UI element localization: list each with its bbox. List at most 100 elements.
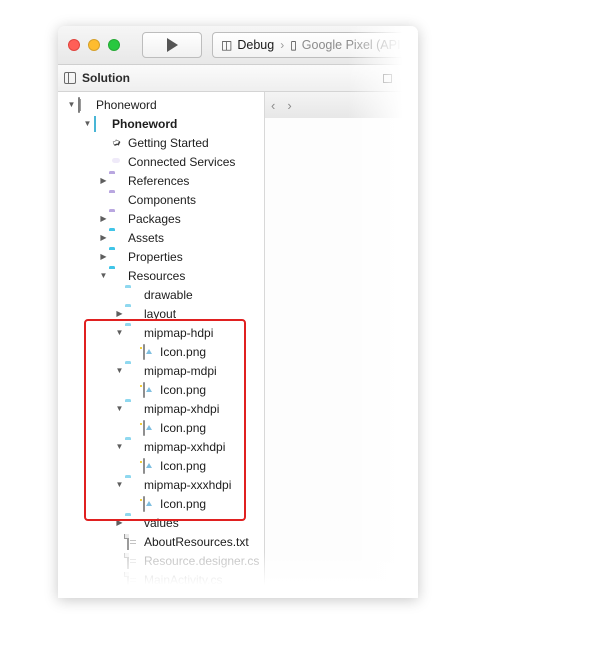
tree-row[interactable]: ▼ mipmap-mdpi <box>58 361 264 380</box>
chevron-down-icon[interactable]: ▼ <box>114 328 125 337</box>
traffic-light-group <box>68 39 120 51</box>
tree-row-label: mipmap-hdpi <box>144 325 214 340</box>
tree-row[interactable]: AboutResources.txt <box>58 532 264 551</box>
tree-row[interactable]: Connected Services <box>58 152 264 171</box>
chevron-right-icon[interactable]: ▶ <box>98 252 109 261</box>
folder-icon <box>125 440 140 454</box>
tree-row-label: values <box>144 515 179 530</box>
right-fade-overlay <box>348 26 418 598</box>
chevron-down-icon[interactable]: ▼ <box>114 404 125 413</box>
chevron-down-icon[interactable]: ▼ <box>114 442 125 451</box>
folder-icon <box>125 307 140 321</box>
close-window-icon[interactable] <box>68 39 80 51</box>
references-folder-icon <box>109 174 124 188</box>
configuration-icon: ◫ <box>221 38 233 52</box>
chevron-down-icon[interactable]: ▼ <box>114 366 125 375</box>
tree-row-label: mipmap-xhdpi <box>144 401 220 416</box>
tree-row-label: Properties <box>128 249 183 264</box>
tree-row-label: Icon.png <box>160 382 207 397</box>
packages-folder-icon <box>109 212 124 226</box>
solution-pad-icon <box>64 72 76 84</box>
configuration-separator: › <box>280 38 285 52</box>
tree-row[interactable]: ▶ layout <box>58 304 264 323</box>
tree-row[interactable]: Icon.png <box>58 380 264 399</box>
tree-row[interactable]: Components <box>58 190 264 209</box>
tree-row[interactable]: drawable <box>58 285 264 304</box>
tree-row[interactable]: ▼ mipmap-xhdpi <box>58 399 264 418</box>
folder-icon <box>125 516 140 530</box>
image-file-icon <box>141 419 156 436</box>
image-file-icon <box>141 381 156 398</box>
text-file-icon <box>125 533 140 550</box>
navigate-back-icon[interactable]: ‹ <box>271 99 275 112</box>
tree-row[interactable]: ▼ mipmap-xxxhdpi <box>58 475 264 494</box>
navigate-forward-icon[interactable]: › <box>287 99 291 112</box>
tree-row-label: AboutResources.txt <box>144 534 249 549</box>
solution-tree[interactable]: ▼ Phoneword ▼ Phoneword ➭ Getting Started Conn… <box>58 92 264 589</box>
solution-icon <box>77 96 92 113</box>
play-icon <box>166 38 178 52</box>
folder-icon <box>125 478 140 492</box>
screenshot-root: ◫ Debug › ▯ Google Pixel (API Solution ✕… <box>0 0 600 660</box>
device-icon: ▯ <box>290 38 297 52</box>
tree-row-label: Phoneword <box>96 97 157 112</box>
chevron-down-icon[interactable]: ▼ <box>66 100 77 109</box>
image-file-icon <box>141 457 156 474</box>
folder-icon <box>125 288 140 302</box>
tree-row[interactable]: ▶ References <box>58 171 264 190</box>
tree-row[interactable]: ▶ values <box>58 513 264 532</box>
tree-row[interactable]: ➭ Getting Started <box>58 133 264 152</box>
tree-row-label: Phoneword <box>112 116 178 131</box>
chevron-down-icon[interactable]: ▼ <box>98 271 109 280</box>
maximize-window-icon[interactable] <box>108 39 120 51</box>
folder-icon <box>125 402 140 416</box>
chevron-right-icon[interactable]: ▶ <box>114 309 125 318</box>
ide-window: ◫ Debug › ▯ Google Pixel (API Solution ✕… <box>58 26 418 598</box>
tree-row[interactable]: ▼ mipmap-hdpi <box>58 323 264 342</box>
folder-icon <box>125 326 140 340</box>
tree-row-label: mipmap-xxhdpi <box>144 439 226 454</box>
folder-icon <box>109 269 124 283</box>
tree-row[interactable]: ▶ Properties <box>58 247 264 266</box>
tree-row[interactable]: ▼ mipmap-xxhdpi <box>58 437 264 456</box>
minimize-window-icon[interactable] <box>88 39 100 51</box>
tree-row[interactable]: ▶ Assets <box>58 228 264 247</box>
rocket-icon: ➭ <box>110 135 123 150</box>
folder-icon <box>125 364 140 378</box>
folder-icon <box>109 231 124 245</box>
chevron-right-icon[interactable]: ▶ <box>98 176 109 185</box>
tree-row[interactable]: Icon.png <box>58 456 264 475</box>
tree-row[interactable]: Icon.png <box>58 418 264 437</box>
image-file-icon <box>141 343 156 360</box>
tree-row[interactable]: Icon.png <box>58 342 264 361</box>
image-file-icon <box>141 495 156 512</box>
connected-services-icon <box>109 155 124 169</box>
chevron-right-icon[interactable]: ▶ <box>98 233 109 242</box>
tree-row[interactable]: ▼ Phoneword <box>58 95 264 114</box>
tree-row-label: Connected Services <box>128 154 236 169</box>
tree-row-label: Assets <box>128 230 165 245</box>
tree-row-label: mipmap-mdpi <box>144 363 217 378</box>
chevron-right-icon[interactable]: ▶ <box>98 214 109 223</box>
tree-row-label: Icon.png <box>160 458 207 473</box>
tree-row[interactable]: Icon.png <box>58 494 264 513</box>
tree-row[interactable]: ▼ Phoneword <box>58 114 264 133</box>
tree-row-label: mipmap-xxxhdpi <box>144 477 232 492</box>
chevron-down-icon[interactable]: ▼ <box>114 480 125 489</box>
tree-row-label: Icon.png <box>160 496 207 511</box>
chevron-down-icon[interactable]: ▼ <box>82 119 93 128</box>
tree-row-label: References <box>128 173 190 188</box>
chevron-right-icon[interactable]: ▶ <box>114 518 125 527</box>
tree-row-label: Components <box>128 192 197 207</box>
tree-row[interactable]: ▼ Resources <box>58 266 264 285</box>
tree-row-label: Resources <box>128 268 186 283</box>
tree-row[interactable]: ▶ Packages <box>58 209 264 228</box>
tree-row-label: layout <box>144 306 177 321</box>
run-button[interactable] <box>142 32 202 58</box>
solution-pad-title: Solution <box>82 71 130 85</box>
configuration-label: Debug <box>237 38 275 52</box>
tree-row-label: Packages <box>128 211 181 226</box>
folder-icon <box>109 250 124 264</box>
solution-tree-pane[interactable]: ▼ Phoneword ▼ Phoneword ➭ Getting Started Conn… <box>58 92 265 598</box>
components-folder-icon <box>109 193 124 207</box>
